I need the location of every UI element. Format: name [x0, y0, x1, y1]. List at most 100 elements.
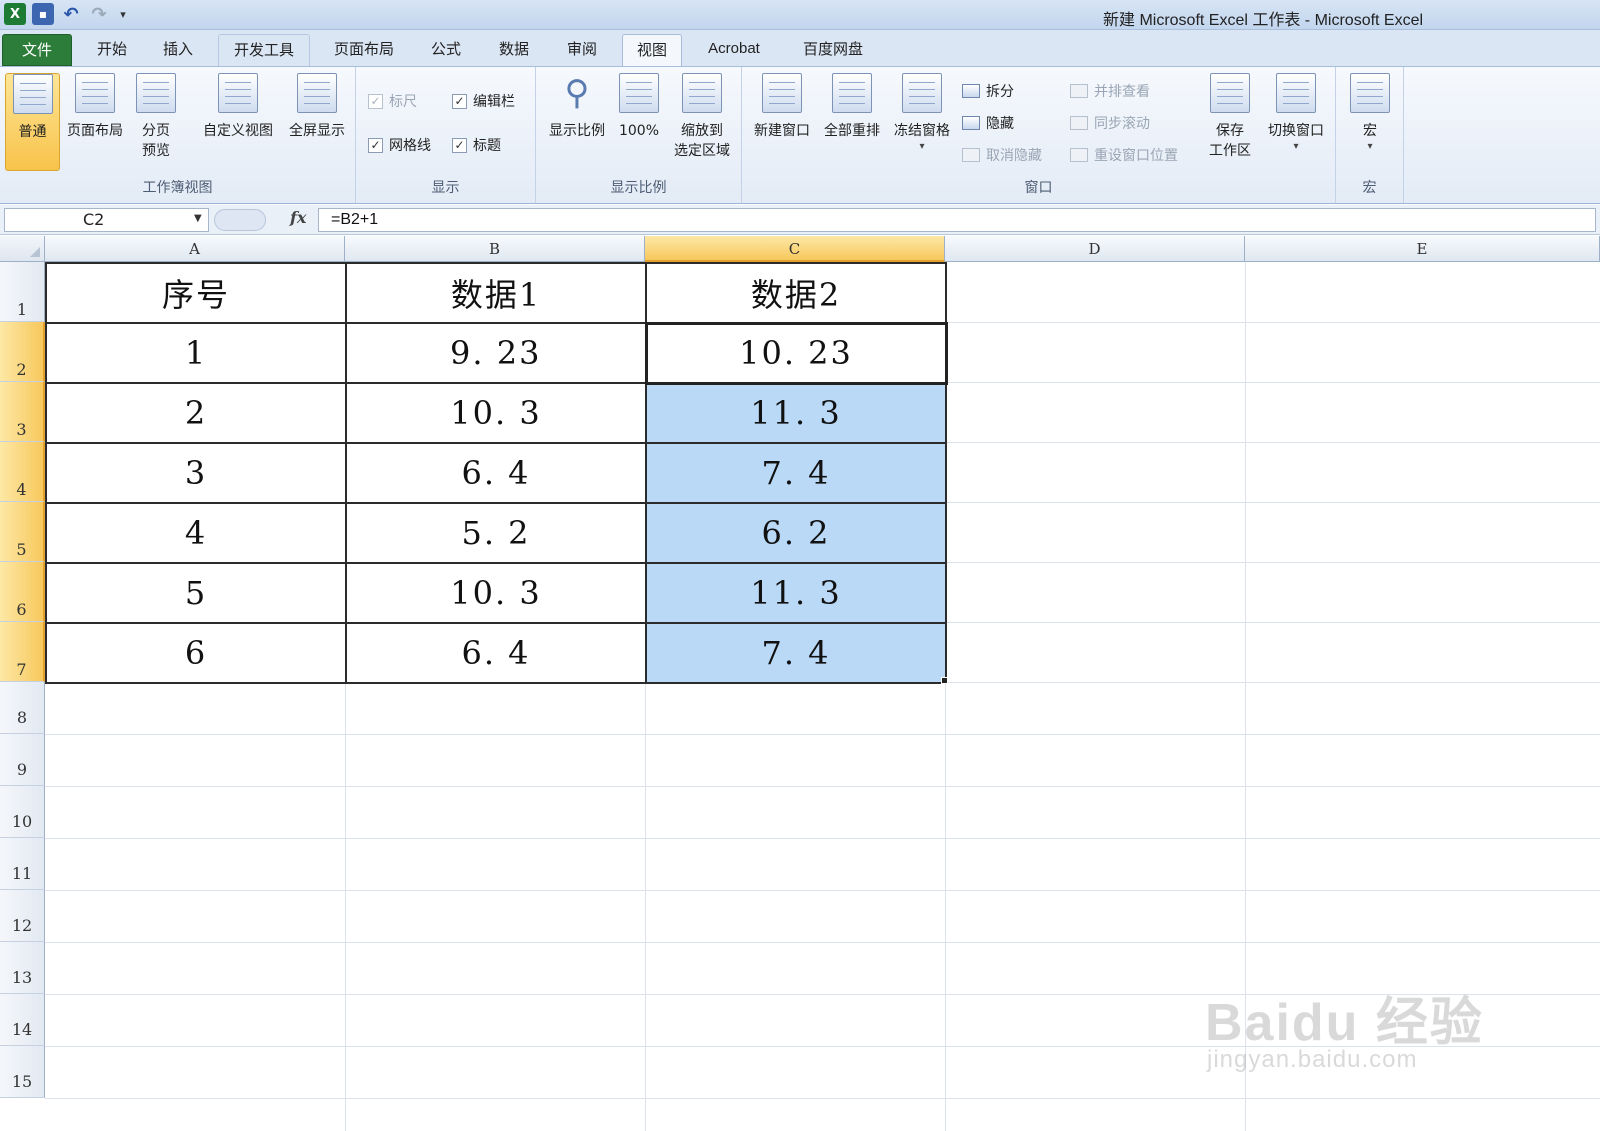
excel-logo-icon[interactable]: X	[4, 3, 26, 25]
table-row: 2 10. 3 11. 3	[45, 382, 947, 444]
cell-a7[interactable]: 6	[45, 622, 347, 684]
group-workbook-views: 普通 页面布局 分页 预览 自定义视图 全屏显示 工作簿视图	[0, 67, 356, 203]
split-button[interactable]: 拆分	[962, 81, 1014, 101]
cell-c2-active[interactable]: 10. 23	[644, 321, 948, 385]
tab-data[interactable]: 数据	[488, 34, 540, 66]
save-workspace-button[interactable]: 保存 工作区	[1202, 73, 1258, 161]
hide-button[interactable]: 隐藏	[962, 113, 1014, 133]
cell-a5[interactable]: 4	[45, 502, 347, 564]
column-header-a[interactable]: A	[45, 236, 345, 262]
redo-icon[interactable]: ↷	[88, 3, 110, 25]
switch-windows-dropdown-icon: ▾	[1293, 141, 1299, 152]
tab-view[interactable]: 视图	[622, 34, 682, 66]
arrange-all-button[interactable]: 全部重排	[818, 73, 886, 141]
view-side-by-side-button[interactable]: 并排查看	[1070, 81, 1150, 101]
synchronous-scrolling-button[interactable]: 同步滚动	[1070, 113, 1150, 133]
tab-acrobat[interactable]: Acrobat	[694, 34, 774, 66]
row-header-2[interactable]: 2	[0, 322, 45, 382]
row-header-10[interactable]: 10	[0, 786, 45, 838]
gridline	[45, 994, 1600, 995]
cell-a1[interactable]: 序号	[45, 262, 347, 324]
cell-c7[interactable]: 7. 4	[645, 622, 947, 684]
tab-home[interactable]: 开始	[86, 34, 138, 66]
tab-review[interactable]: 审阅	[556, 34, 608, 66]
macros-button[interactable]: 宏 ▾	[1342, 73, 1398, 152]
full-screen-button[interactable]: 全屏显示	[282, 73, 352, 141]
headings-checkbox[interactable]: ✓ 标题	[452, 135, 501, 155]
name-box[interactable]: C2	[4, 208, 209, 232]
cell-a2[interactable]: 1	[45, 322, 347, 384]
formula-bar-splitter[interactable]	[214, 209, 266, 231]
name-box-dropdown-icon[interactable]: ▼	[194, 213, 202, 224]
normal-view-label: 普通	[18, 124, 47, 140]
cell-a6[interactable]: 5	[45, 562, 347, 624]
cell-b1[interactable]: 数据1	[345, 262, 647, 324]
row-header-12[interactable]: 12	[0, 890, 45, 942]
gridlines-checkbox[interactable]: ✓ 网格线	[368, 135, 431, 155]
formula-input[interactable]: =B2+1	[318, 208, 1596, 232]
row-header-6[interactable]: 6	[0, 562, 45, 622]
column-header-c[interactable]: C	[645, 236, 945, 262]
row-header-8[interactable]: 8	[0, 682, 45, 734]
select-all-corner[interactable]	[0, 236, 45, 262]
zoom-to-selection-button[interactable]: 缩放到 选定区域	[666, 73, 738, 161]
fill-handle[interactable]	[941, 677, 948, 684]
cell-c3[interactable]: 11. 3	[645, 382, 947, 444]
group-label-workbook-views: 工作簿视图	[142, 180, 213, 196]
column-header-d[interactable]: D	[945, 236, 1245, 262]
reset-window-position-button[interactable]: 重设窗口位置	[1070, 145, 1178, 165]
cell-a4[interactable]: 3	[45, 442, 347, 504]
zoom-100-button[interactable]: 100%	[614, 73, 664, 141]
tab-baidu-netdisk[interactable]: 百度网盘	[790, 34, 876, 66]
group-window: 新建窗口 全部重排 冻结窗格 ▾ 拆分 隐藏 取消隐藏 并排查看 同步滚动 重设…	[742, 67, 1336, 203]
tab-file[interactable]: 文件	[2, 34, 72, 66]
undo-icon[interactable]: ↶	[60, 3, 82, 25]
customize-toolbar-icon[interactable]: ▾	[116, 3, 130, 25]
insert-function-icon[interactable]: fx	[290, 208, 306, 227]
cell-c1[interactable]: 数据2	[645, 262, 947, 324]
sync-scroll-label: 同步滚动	[1094, 116, 1150, 132]
cell-c5[interactable]: 6. 2	[645, 502, 947, 564]
formula-bar-checkbox[interactable]: ✓ 编辑栏	[452, 91, 515, 111]
cell-c6[interactable]: 11. 3	[645, 562, 947, 624]
zoom-button[interactable]: ⚲ 显示比例	[542, 73, 612, 141]
row-header-14[interactable]: 14	[0, 994, 45, 1046]
worksheet-grid[interactable]: A B C D E 1 2 3 4 5 6 7 8 9 10 11 12 13 …	[0, 236, 1600, 1131]
row-header-7[interactable]: 7	[0, 622, 45, 682]
tab-insert[interactable]: 插入	[152, 34, 204, 66]
page-break-preview-button[interactable]: 分页 预览	[130, 73, 182, 161]
unhide-button[interactable]: 取消隐藏	[962, 145, 1042, 165]
ruler-checkbox[interactable]: ✓ 标尺	[368, 91, 417, 111]
freeze-panes-button[interactable]: 冻结窗格 ▾	[888, 73, 956, 152]
tab-developer[interactable]: 开发工具	[218, 34, 310, 66]
save-icon[interactable]: ▪	[32, 3, 54, 25]
gridline	[45, 786, 1600, 787]
row-header-4[interactable]: 4	[0, 442, 45, 502]
column-header-b[interactable]: B	[345, 236, 645, 262]
switch-windows-button[interactable]: 切换窗口 ▾	[1260, 73, 1332, 152]
custom-views-button[interactable]: 自定义视图	[196, 73, 280, 141]
row-header-13[interactable]: 13	[0, 942, 45, 994]
column-header-e[interactable]: E	[1245, 236, 1600, 262]
cell-b4[interactable]: 6. 4	[345, 442, 647, 504]
cell-b2[interactable]: 9. 23	[345, 322, 647, 384]
cell-a3[interactable]: 2	[45, 382, 347, 444]
normal-view-button[interactable]: 普通	[5, 73, 60, 171]
row-header-11[interactable]: 11	[0, 838, 45, 890]
gridline	[45, 1098, 1600, 1099]
cell-b3[interactable]: 10. 3	[345, 382, 647, 444]
tab-page-layout[interactable]: 页面布局	[324, 34, 404, 66]
page-layout-view-button[interactable]: 页面布局	[62, 73, 128, 141]
cell-b5[interactable]: 5. 2	[345, 502, 647, 564]
formula-bar-check-icon: ✓	[452, 93, 467, 109]
row-header-3[interactable]: 3	[0, 382, 45, 442]
tab-formulas[interactable]: 公式	[420, 34, 472, 66]
cell-b6[interactable]: 10. 3	[345, 562, 647, 624]
row-header-15[interactable]: 15	[0, 1046, 45, 1098]
row-header-5[interactable]: 5	[0, 502, 45, 562]
cell-c4[interactable]: 7. 4	[645, 442, 947, 504]
new-window-button[interactable]: 新建窗口	[748, 73, 816, 141]
row-header-1[interactable]: 1	[0, 262, 45, 322]
cell-b7[interactable]: 6. 4	[345, 622, 647, 684]
row-header-9[interactable]: 9	[0, 734, 45, 786]
